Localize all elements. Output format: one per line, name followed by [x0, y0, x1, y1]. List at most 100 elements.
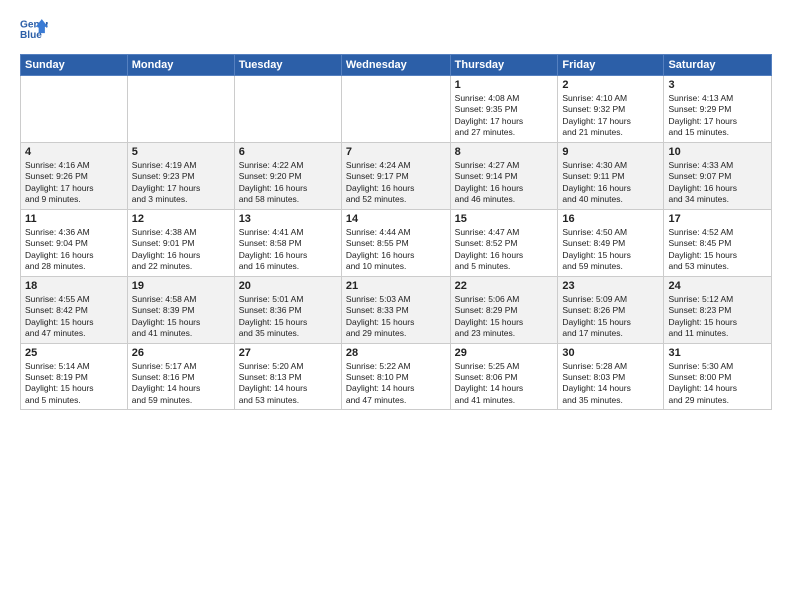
day-number: 10 — [668, 146, 767, 158]
day-number: 21 — [346, 280, 446, 292]
day-number: 25 — [25, 347, 123, 359]
weekday-header: Sunday — [21, 55, 128, 76]
day-number: 9 — [562, 146, 659, 158]
day-info: Sunrise: 5:03 AM Sunset: 8:33 PM Dayligh… — [346, 294, 446, 340]
day-number: 12 — [132, 213, 230, 225]
day-info: Sunrise: 4:08 AM Sunset: 9:35 PM Dayligh… — [455, 93, 554, 139]
day-info: Sunrise: 4:22 AM Sunset: 9:20 PM Dayligh… — [239, 160, 337, 206]
weekday-header: Monday — [127, 55, 234, 76]
calendar-cell: 10 Sunrise: 4:33 AM Sunset: 9:07 PM Dayli… — [664, 142, 772, 209]
day-number: 23 — [562, 280, 659, 292]
day-info: Sunrise: 4:10 AM Sunset: 9:32 PM Dayligh… — [562, 93, 659, 139]
day-number: 2 — [562, 79, 659, 91]
day-info: Sunrise: 5:14 AM Sunset: 8:19 PM Dayligh… — [25, 361, 123, 407]
calendar-cell: 6 Sunrise: 4:22 AM Sunset: 9:20 PM Daylig… — [234, 142, 341, 209]
day-info: Sunrise: 5:28 AM Sunset: 8:03 PM Dayligh… — [562, 361, 659, 407]
day-info: Sunrise: 5:09 AM Sunset: 8:26 PM Dayligh… — [562, 294, 659, 340]
day-number: 31 — [668, 347, 767, 359]
day-info: Sunrise: 5:01 AM Sunset: 8:36 PM Dayligh… — [239, 294, 337, 340]
calendar-cell: 16 Sunrise: 4:50 AM Sunset: 8:49 PM Dayli… — [558, 209, 664, 276]
calendar-week-row: 25 Sunrise: 5:14 AM Sunset: 8:19 PM Dayli… — [21, 343, 772, 410]
day-info: Sunrise: 4:36 AM Sunset: 9:04 PM Dayligh… — [25, 227, 123, 273]
day-number: 19 — [132, 280, 230, 292]
day-info: Sunrise: 5:25 AM Sunset: 8:06 PM Dayligh… — [455, 361, 554, 407]
calendar-cell: 13 Sunrise: 4:41 AM Sunset: 8:58 PM Dayli… — [234, 209, 341, 276]
calendar-cell: 15 Sunrise: 4:47 AM Sunset: 8:52 PM Dayli… — [450, 209, 558, 276]
weekday-header: Friday — [558, 55, 664, 76]
calendar-cell: 26 Sunrise: 5:17 AM Sunset: 8:16 PM Dayli… — [127, 343, 234, 410]
day-info: Sunrise: 4:50 AM Sunset: 8:49 PM Dayligh… — [562, 227, 659, 273]
day-number: 4 — [25, 146, 123, 158]
day-number: 18 — [25, 280, 123, 292]
weekday-header: Tuesday — [234, 55, 341, 76]
day-number: 28 — [346, 347, 446, 359]
day-number: 26 — [132, 347, 230, 359]
day-number: 30 — [562, 347, 659, 359]
day-info: Sunrise: 5:30 AM Sunset: 8:00 PM Dayligh… — [668, 361, 767, 407]
day-info: Sunrise: 5:22 AM Sunset: 8:10 PM Dayligh… — [346, 361, 446, 407]
day-info: Sunrise: 4:27 AM Sunset: 9:14 PM Dayligh… — [455, 160, 554, 206]
logo-icon: General Blue — [20, 16, 48, 44]
day-info: Sunrise: 5:20 AM Sunset: 8:13 PM Dayligh… — [239, 361, 337, 407]
day-number: 29 — [455, 347, 554, 359]
day-number: 17 — [668, 213, 767, 225]
page-header: General Blue — [20, 16, 772, 44]
calendar-cell: 4 Sunrise: 4:16 AM Sunset: 9:26 PM Daylig… — [21, 142, 128, 209]
day-info: Sunrise: 4:41 AM Sunset: 8:58 PM Dayligh… — [239, 227, 337, 273]
calendar-week-row: 1 Sunrise: 4:08 AM Sunset: 9:35 PM Daylig… — [21, 76, 772, 143]
day-number: 3 — [668, 79, 767, 91]
calendar-cell: 18 Sunrise: 4:55 AM Sunset: 8:42 PM Dayli… — [21, 276, 128, 343]
day-number: 14 — [346, 213, 446, 225]
calendar-cell: 9 Sunrise: 4:30 AM Sunset: 9:11 PM Daylig… — [558, 142, 664, 209]
day-info: Sunrise: 5:06 AM Sunset: 8:29 PM Dayligh… — [455, 294, 554, 340]
calendar-cell: 30 Sunrise: 5:28 AM Sunset: 8:03 PM Dayli… — [558, 343, 664, 410]
day-info: Sunrise: 4:38 AM Sunset: 9:01 PM Dayligh… — [132, 227, 230, 273]
calendar-cell: 2 Sunrise: 4:10 AM Sunset: 9:32 PM Daylig… — [558, 76, 664, 143]
day-number: 27 — [239, 347, 337, 359]
day-info: Sunrise: 4:24 AM Sunset: 9:17 PM Dayligh… — [346, 160, 446, 206]
day-info: Sunrise: 4:33 AM Sunset: 9:07 PM Dayligh… — [668, 160, 767, 206]
calendar-cell: 20 Sunrise: 5:01 AM Sunset: 8:36 PM Dayli… — [234, 276, 341, 343]
day-info: Sunrise: 4:19 AM Sunset: 9:23 PM Dayligh… — [132, 160, 230, 206]
day-info: Sunrise: 4:58 AM Sunset: 8:39 PM Dayligh… — [132, 294, 230, 340]
calendar-cell: 21 Sunrise: 5:03 AM Sunset: 8:33 PM Dayli… — [341, 276, 450, 343]
day-info: Sunrise: 4:30 AM Sunset: 9:11 PM Dayligh… — [562, 160, 659, 206]
calendar-cell — [234, 76, 341, 143]
calendar-cell: 1 Sunrise: 4:08 AM Sunset: 9:35 PM Daylig… — [450, 76, 558, 143]
calendar-cell: 17 Sunrise: 4:52 AM Sunset: 8:45 PM Dayli… — [664, 209, 772, 276]
day-number: 1 — [455, 79, 554, 91]
calendar-cell: 23 Sunrise: 5:09 AM Sunset: 8:26 PM Dayli… — [558, 276, 664, 343]
calendar-cell: 12 Sunrise: 4:38 AM Sunset: 9:01 PM Dayli… — [127, 209, 234, 276]
logo: General Blue — [20, 16, 52, 44]
calendar-week-row: 4 Sunrise: 4:16 AM Sunset: 9:26 PM Daylig… — [21, 142, 772, 209]
day-number: 8 — [455, 146, 554, 158]
calendar-cell: 29 Sunrise: 5:25 AM Sunset: 8:06 PM Dayli… — [450, 343, 558, 410]
weekday-header: Thursday — [450, 55, 558, 76]
calendar-cell: 28 Sunrise: 5:22 AM Sunset: 8:10 PM Dayli… — [341, 343, 450, 410]
calendar-cell: 11Sunrise: 4:36 AM Sunset: 9:04 PM Dayli… — [21, 209, 128, 276]
day-number: 5 — [132, 146, 230, 158]
calendar-week-row: 18 Sunrise: 4:55 AM Sunset: 8:42 PM Dayli… — [21, 276, 772, 343]
day-info: Sunrise: 4:52 AM Sunset: 8:45 PM Dayligh… — [668, 227, 767, 273]
day-info: Sunrise: 4:55 AM Sunset: 8:42 PM Dayligh… — [25, 294, 123, 340]
day-number: 6 — [239, 146, 337, 158]
day-number: 16 — [562, 213, 659, 225]
day-number: 13 — [239, 213, 337, 225]
day-number: 15 — [455, 213, 554, 225]
calendar-cell: 7 Sunrise: 4:24 AM Sunset: 9:17 PM Daylig… — [341, 142, 450, 209]
calendar-cell: 5 Sunrise: 4:19 AM Sunset: 9:23 PM Daylig… — [127, 142, 234, 209]
day-info: Sunrise: 5:17 AM Sunset: 8:16 PM Dayligh… — [132, 361, 230, 407]
calendar-table: SundayMondayTuesdayWednesdayThursdayFrid… — [20, 54, 772, 410]
day-number: 20 — [239, 280, 337, 292]
calendar-cell: 31 Sunrise: 5:30 AM Sunset: 8:00 PM Dayli… — [664, 343, 772, 410]
calendar-cell: 19 Sunrise: 4:58 AM Sunset: 8:39 PM Dayli… — [127, 276, 234, 343]
day-info: Sunrise: 4:47 AM Sunset: 8:52 PM Dayligh… — [455, 227, 554, 273]
calendar-cell — [341, 76, 450, 143]
day-number: 24 — [668, 280, 767, 292]
day-info: Sunrise: 4:16 AM Sunset: 9:26 PM Dayligh… — [25, 160, 123, 206]
day-number: 7 — [346, 146, 446, 158]
day-number: 22 — [455, 280, 554, 292]
weekday-header: Saturday — [664, 55, 772, 76]
calendar-cell: 14 Sunrise: 4:44 AM Sunset: 8:55 PM Dayli… — [341, 209, 450, 276]
day-info: Sunrise: 4:44 AM Sunset: 8:55 PM Dayligh… — [346, 227, 446, 273]
